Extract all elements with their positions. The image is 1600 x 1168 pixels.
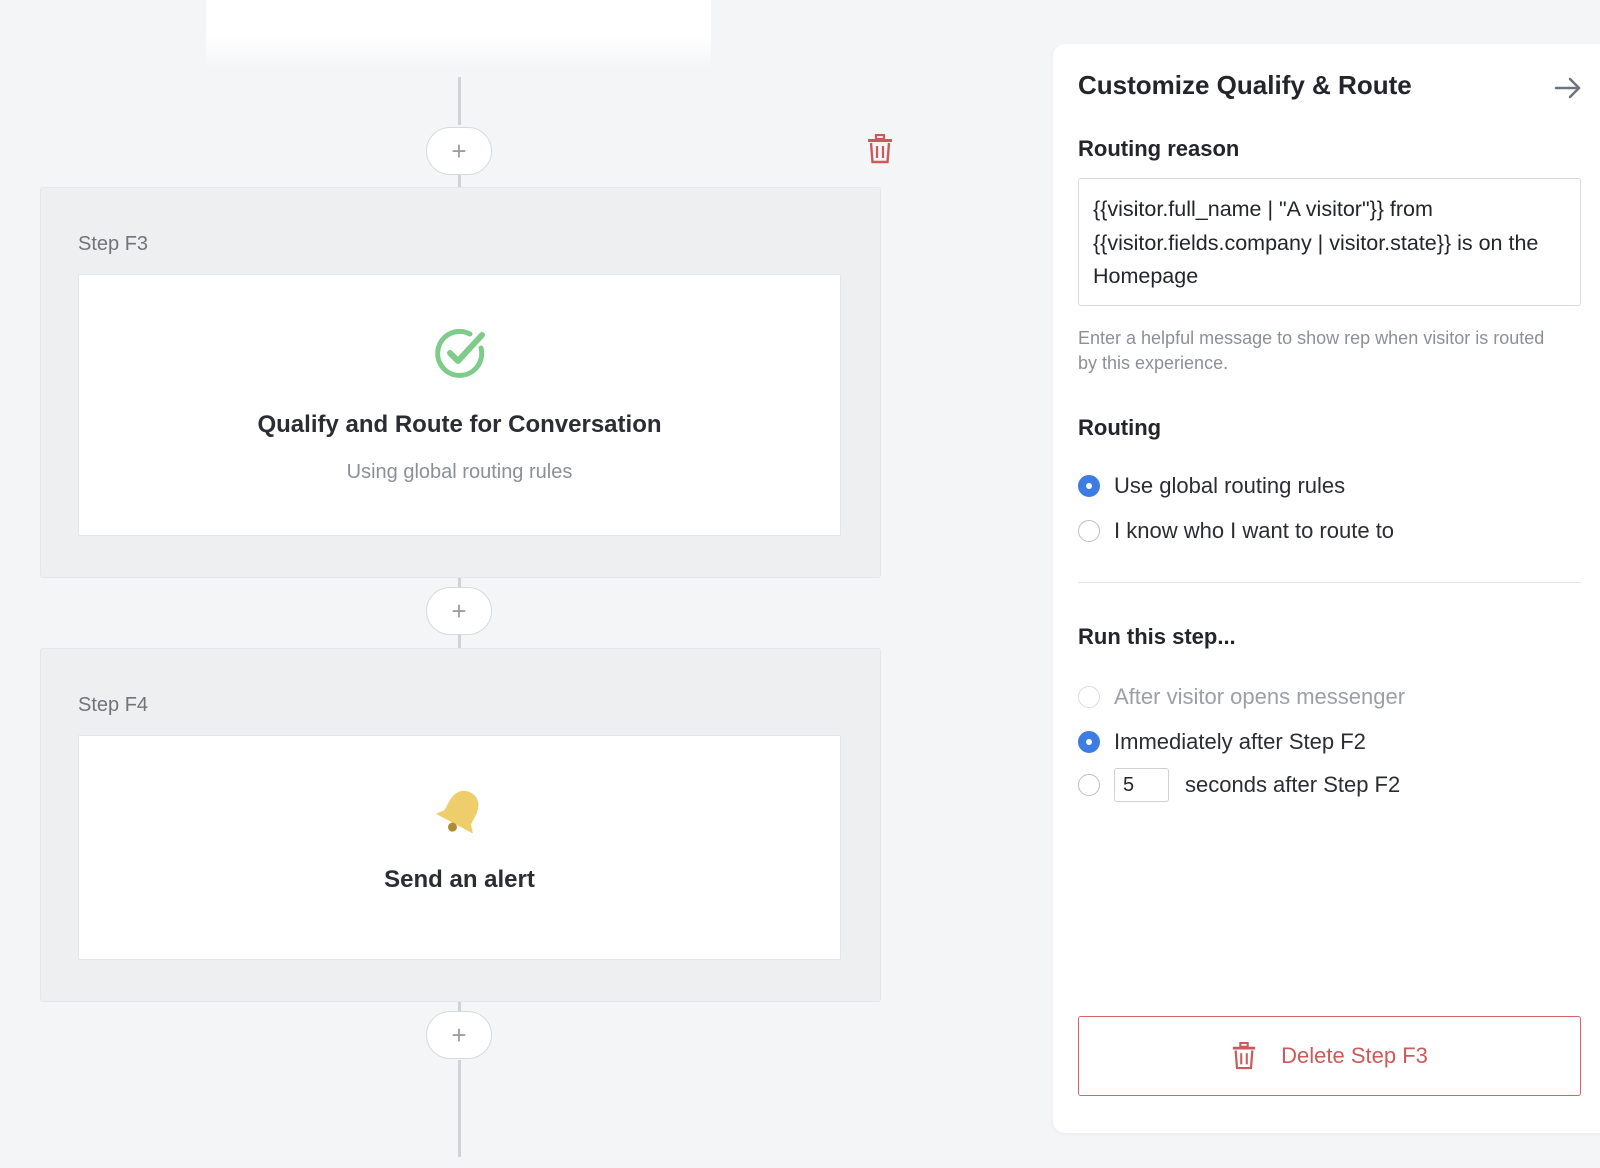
connector-line [458,1060,461,1157]
radio-label: Use global routing rules [1114,473,1346,498]
radio-button[interactable] [1078,774,1100,796]
add-step-button[interactable]: + [426,127,492,175]
radio-label: After visitor opens messenger [1114,684,1406,709]
radio-button[interactable] [1078,520,1100,542]
run-step-heading: Run this step... [1078,624,1236,649]
routing-reason-input[interactable]: {{visitor.full_name | "A visitor"}} from… [1078,178,1581,306]
trash-icon [1232,1042,1256,1070]
delete-step-trash-icon[interactable] [866,134,894,164]
radio-label: seconds after Step F2 [1185,772,1401,797]
radio-button [1078,686,1100,708]
step-label: Step F3 [78,233,149,255]
step-card-send-alert[interactable]: Send an alert [78,735,841,960]
step-label: Step F4 [78,694,149,716]
add-step-button[interactable]: + [426,587,492,635]
connector-line [458,77,461,125]
seconds-input[interactable] [1114,768,1169,802]
radio-global-routing[interactable]: Use global routing rules [1078,473,1345,499]
bell-icon [435,790,478,834]
delete-label: Delete Step F3 [1281,1043,1428,1068]
panel-title: Customize Qualify & Route [1078,70,1412,100]
routing-reason-heading: Routing reason [1078,136,1240,161]
arrow-right-icon[interactable] [1553,74,1583,102]
radio-immediately-after[interactable]: Immediately after Step F2 [1078,729,1366,755]
radio-button[interactable] [1078,475,1100,497]
step-group-f4: Step F4 Send an alert [40,648,881,1002]
radio-label: I know who I want to route to [1114,518,1395,543]
customize-panel: Customize Qualify & Route Routing reason… [1053,44,1600,1133]
radio-route-to-specific[interactable]: I know who I want to route to [1078,518,1394,544]
radio-button[interactable] [1078,731,1100,753]
routing-heading: Routing [1078,415,1162,440]
check-circle-icon [434,328,485,378]
routing-reason-help: Enter a helpful message to show rep when… [1078,328,1545,373]
workflow-canvas: Step F3 Qualify and Route for Conversati… [0,0,1000,1168]
radio-after-messenger: After visitor opens messenger [1078,684,1405,710]
delete-step-button[interactable]: Delete Step F3 [1078,1016,1581,1096]
previous-step-card[interactable] [206,0,711,70]
card-title: Send an alert [384,866,535,893]
section-divider [1078,582,1581,583]
add-step-button[interactable]: + [426,1011,492,1059]
step-card-qualify-route[interactable]: Qualify and Route for Conversation Using… [78,274,841,536]
step-group-f3: Step F3 Qualify and Route for Conversati… [40,187,881,578]
radio-seconds-after[interactable]: seconds after Step F2 [1078,768,1400,802]
card-subtitle: Using global routing rules [346,461,573,483]
radio-label: Immediately after Step F2 [1114,729,1366,754]
card-title: Qualify and Route for Conversation [257,411,662,438]
